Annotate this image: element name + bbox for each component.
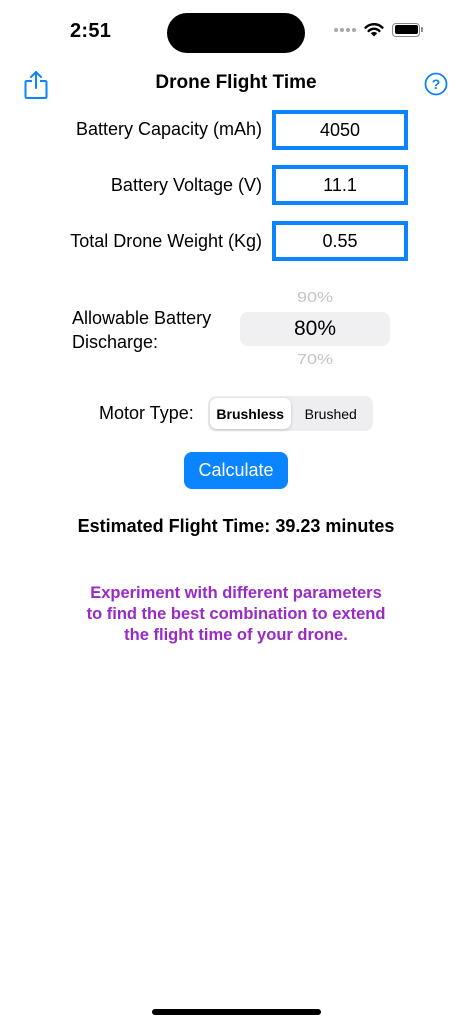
status-indicators xyxy=(334,22,423,37)
discharge-label-line2: Discharge: xyxy=(72,332,159,352)
discharge-label: Allowable Battery Discharge: xyxy=(72,306,242,354)
motor-type-label: Motor Type: xyxy=(99,403,194,423)
tip-line1: Experiment with different parameters xyxy=(90,584,382,602)
dynamic-island xyxy=(167,13,305,53)
capacity-input[interactable] xyxy=(272,110,408,150)
segment-brushed[interactable]: Brushed xyxy=(291,398,372,429)
svg-text:?: ? xyxy=(432,76,441,92)
estimated-flight-time: Estimated Flight Time: 39.23 minutes xyxy=(0,516,472,537)
tip-text: Experiment with different parameters to … xyxy=(36,583,436,646)
result-value: 39.23 minutes xyxy=(275,516,395,536)
cellular-signal-icon xyxy=(334,27,356,32)
calculate-button[interactable]: Calculate xyxy=(184,452,288,489)
tip-line3: the flight time of your drone. xyxy=(124,626,348,644)
weight-input[interactable] xyxy=(272,221,408,261)
picker-option-above[interactable]: 90% xyxy=(240,289,390,306)
voltage-input[interactable] xyxy=(272,165,408,205)
page-title: Drone Flight Time xyxy=(155,72,317,93)
status-time: 2:51 xyxy=(70,20,112,42)
discharge-label-line1: Allowable Battery xyxy=(72,308,212,328)
capacity-label: Battery Capacity (mAh) xyxy=(75,119,262,139)
result-label: Estimated Flight Time: xyxy=(77,516,271,536)
picker-option-selected[interactable]: 80% xyxy=(240,317,390,341)
picker-option-below[interactable]: 70% xyxy=(240,351,390,368)
segment-brushless[interactable]: Brushless xyxy=(210,398,291,429)
motor-type-segmented-control[interactable]: Brushless Brushed xyxy=(208,396,373,431)
wifi-icon xyxy=(364,23,384,37)
tip-line2: to find the best combination to extend xyxy=(86,605,386,623)
voltage-label: Battery Voltage (V) xyxy=(110,175,262,195)
battery-icon xyxy=(392,22,423,37)
discharge-picker[interactable]: 90% 80% 70% xyxy=(240,283,390,373)
weight-label: Total Drone Weight (Kg) xyxy=(70,231,262,251)
home-indicator[interactable] xyxy=(152,1009,321,1015)
help-icon[interactable]: ? xyxy=(424,72,448,96)
